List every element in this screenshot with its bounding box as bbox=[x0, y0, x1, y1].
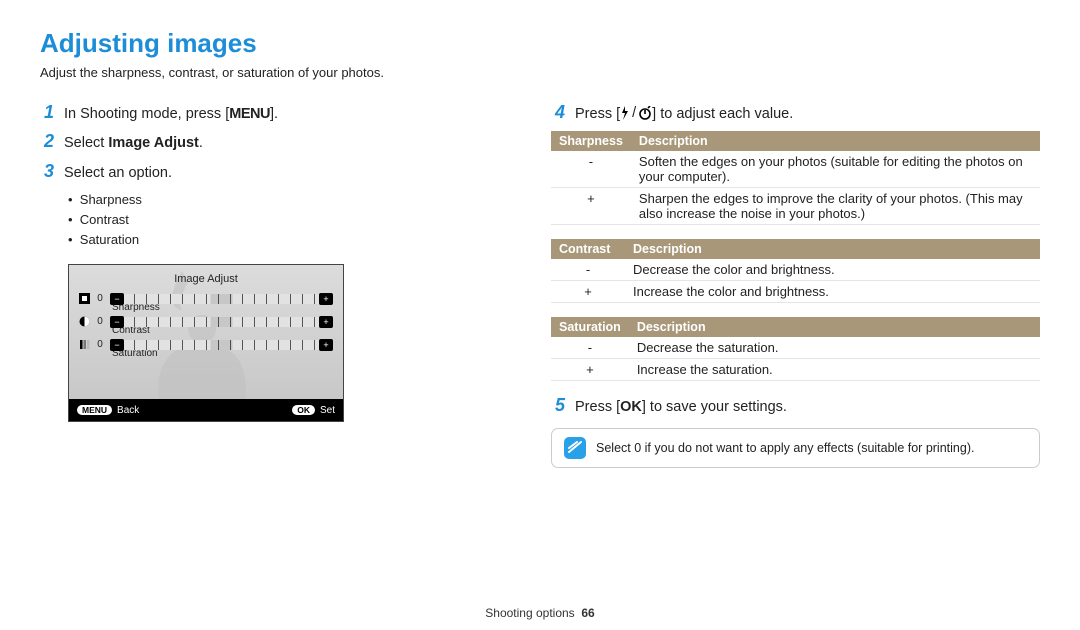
td-sign: + bbox=[551, 359, 629, 381]
page-title: Adjusting images bbox=[40, 28, 1040, 59]
text-post: . bbox=[199, 135, 203, 151]
col-right: 4 Press [/] to adjust each value. Sharpn… bbox=[551, 102, 1040, 468]
sharpness-icon bbox=[79, 293, 90, 304]
table-contrast: ContrastDescription -Decrease the color … bbox=[551, 239, 1040, 303]
step-1: 1 In Shooting mode, press [MENU]. bbox=[40, 102, 529, 124]
table-sharpness: SharpnessDescription -Soften the edges o… bbox=[551, 131, 1040, 225]
preview-title: Image Adjust bbox=[69, 273, 343, 285]
ok-icon: OK bbox=[620, 399, 642, 415]
preview-value: 0 bbox=[95, 339, 105, 350]
preview-label: Sharpness bbox=[112, 302, 333, 313]
step-number: 5 bbox=[551, 395, 565, 416]
menu-icon: MENU bbox=[229, 106, 270, 122]
preview-footer: MENU Back OK Set bbox=[69, 399, 343, 421]
td-desc: Decrease the saturation. bbox=[629, 337, 1040, 359]
text-pre: Press [ bbox=[575, 399, 620, 415]
th-desc: Description bbox=[631, 131, 1040, 151]
td-desc: Increase the color and brightness. bbox=[625, 281, 1040, 303]
contrast-icon bbox=[79, 316, 90, 327]
text-bold: Image Adjust bbox=[108, 135, 199, 151]
col-left: 1 In Shooting mode, press [MENU]. 2 Sele… bbox=[40, 102, 529, 468]
th-param: Saturation bbox=[551, 317, 629, 337]
th-param: Sharpness bbox=[551, 131, 631, 151]
preview-controls: 0 −+ Sharpness 0 −+ Contrast bbox=[79, 293, 333, 359]
td-desc: Sharpen the edges to improve the clarity… bbox=[631, 188, 1040, 225]
td-desc: Decrease the color and brightness. bbox=[625, 259, 1040, 281]
ok-pill-icon: OK bbox=[292, 405, 315, 415]
step-4: 4 Press [/] to adjust each value. bbox=[551, 102, 1040, 124]
text-post: ] to save your settings. bbox=[642, 399, 787, 415]
preview-row-contrast: 0 −+ bbox=[79, 316, 333, 327]
preview-screen: Image Adjust 0 −+ Sharpness 0 bbox=[68, 264, 344, 422]
step-text: Select Image Adjust. bbox=[64, 133, 203, 153]
preview-value: 0 bbox=[95, 316, 105, 327]
text-pre: In Shooting mode, press [ bbox=[64, 106, 229, 122]
preview-set-label: Set bbox=[320, 405, 335, 416]
td-sign: + bbox=[551, 188, 631, 225]
options-list: Sharpness Contrast Saturation bbox=[68, 190, 529, 250]
page-footer: Shooting options 66 bbox=[0, 606, 1080, 620]
step-5: 5 Press [OK] to save your settings. bbox=[551, 395, 1040, 417]
preview-row-sharpness: 0 −+ bbox=[79, 293, 333, 304]
list-item: Contrast bbox=[68, 210, 529, 230]
step-text: In Shooting mode, press [MENU]. bbox=[64, 104, 278, 124]
step-number: 1 bbox=[40, 102, 54, 123]
saturation-icon bbox=[79, 339, 90, 350]
step-text: Select an option. bbox=[64, 163, 172, 183]
footer-section: Shooting options bbox=[485, 606, 574, 620]
td-desc: Increase the saturation. bbox=[629, 359, 1040, 381]
th-desc: Description bbox=[629, 317, 1040, 337]
note-box: Select 0 if you do not want to apply any… bbox=[551, 428, 1040, 468]
td-sign: - bbox=[551, 151, 631, 188]
text-post: ] to adjust each value. bbox=[652, 106, 793, 122]
td-sign: - bbox=[551, 259, 625, 281]
table-saturation: SaturationDescription -Decrease the satu… bbox=[551, 317, 1040, 381]
text-pre: Select bbox=[64, 135, 108, 151]
preview-meter: −+ bbox=[110, 340, 333, 350]
list-item: Saturation bbox=[68, 230, 529, 250]
preview-label: Saturation bbox=[112, 348, 333, 359]
step-number: 4 bbox=[551, 102, 565, 123]
footer-page: 66 bbox=[581, 606, 594, 620]
note-icon bbox=[564, 437, 586, 459]
flash-timer-icon: / bbox=[620, 103, 652, 123]
step-number: 3 bbox=[40, 161, 54, 182]
menu-pill-icon: MENU bbox=[77, 405, 112, 415]
td-sign: - bbox=[551, 337, 629, 359]
preview-value: 0 bbox=[95, 293, 105, 304]
td-sign: + bbox=[551, 281, 625, 303]
td-desc: Soften the edges on your photos (suitabl… bbox=[631, 151, 1040, 188]
preview-row-saturation: 0 −+ bbox=[79, 339, 333, 350]
step-3: 3 Select an option. bbox=[40, 161, 529, 183]
list-item: Sharpness bbox=[68, 190, 529, 210]
step-2: 2 Select Image Adjust. bbox=[40, 131, 529, 153]
step-number: 2 bbox=[40, 131, 54, 152]
th-param: Contrast bbox=[551, 239, 625, 259]
th-desc: Description bbox=[625, 239, 1040, 259]
preview-meter: −+ bbox=[110, 294, 333, 304]
note-text: Select 0 if you do not want to apply any… bbox=[596, 441, 974, 455]
preview-back-label: Back bbox=[117, 405, 139, 416]
step-text: Press [OK] to save your settings. bbox=[575, 397, 787, 417]
preview-meter: −+ bbox=[110, 317, 333, 327]
text-pre: Press [ bbox=[575, 106, 620, 122]
page-subtitle: Adjust the sharpness, contrast, or satur… bbox=[40, 65, 1040, 80]
preview-label: Contrast bbox=[112, 325, 333, 336]
text-post: ]. bbox=[270, 106, 278, 122]
step-text: Press [/] to adjust each value. bbox=[575, 103, 793, 124]
